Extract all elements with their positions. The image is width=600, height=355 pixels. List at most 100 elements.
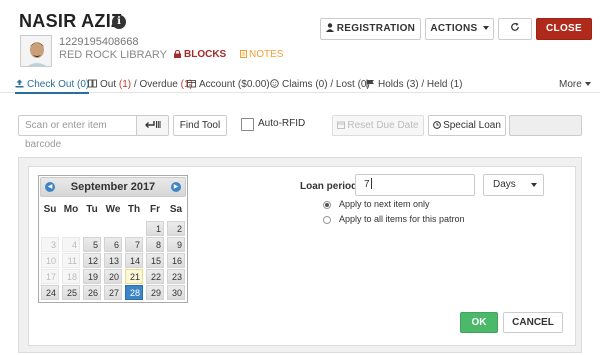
calendar-day-today[interactable]: 21 <box>125 269 143 284</box>
auto-rfid-checkbox[interactable] <box>241 118 254 131</box>
user-icon <box>325 23 334 32</box>
calendar-day[interactable]: 20 <box>104 269 122 284</box>
caret-down-icon <box>584 82 591 86</box>
weekday-header: Su <box>43 204 57 215</box>
smile-icon <box>270 79 279 88</box>
lock-icon <box>174 50 181 58</box>
blocks-link[interactable]: BLOCKS <box>174 49 226 60</box>
calendar-day[interactable]: 5 <box>83 237 101 252</box>
calendar-day[interactable]: 2 <box>167 221 185 236</box>
calendar-day[interactable]: 23 <box>167 269 185 284</box>
tab-label: More <box>559 79 582 90</box>
tab-out-overdue[interactable]: Out (1) / Overdue (1) <box>88 79 193 90</box>
loan-period-value: 7 <box>364 179 370 190</box>
tab-label: Check Out <box>27 79 75 90</box>
calendar-day[interactable]: 24 <box>41 285 59 300</box>
disabled-input <box>509 115 582 136</box>
prev-month-icon[interactable]: ◀ <box>45 182 55 192</box>
account-icon <box>187 80 196 88</box>
calendar-day[interactable]: 7 <box>125 237 143 252</box>
reset-due-date-label: Reset Due Date <box>347 120 419 131</box>
note-icon <box>240 50 247 58</box>
apply-all-items-radio[interactable] <box>323 216 331 224</box>
book-icon <box>88 79 97 88</box>
weekday-header: Sa <box>169 204 183 215</box>
enter-icon <box>144 121 160 128</box>
next-month-icon[interactable]: ▶ <box>171 182 181 192</box>
upload-icon <box>15 79 24 88</box>
special-loan-button[interactable]: Special Loan <box>428 115 506 136</box>
calendar-day[interactable]: 26 <box>83 285 101 300</box>
calendar-day[interactable]: 1 <box>146 221 164 236</box>
caret-down-icon <box>531 183 537 187</box>
calendar-day[interactable]: 30 <box>167 285 185 300</box>
tab-holds-held[interactable]: Holds (3) / Held (1) <box>366 79 462 90</box>
apply-all-items-label: Apply to all items for this patron <box>339 214 465 224</box>
calendar-day[interactable]: 8 <box>146 237 164 252</box>
reset-due-date-button[interactable]: Reset Due Date <box>332 115 424 136</box>
tab-check-out[interactable]: Check Out (0) <box>15 79 90 94</box>
tab-separator-label: / Overdue <box>131 79 181 90</box>
patron-name: NASIR AZIZ <box>19 11 123 31</box>
tab-label: Claims <box>282 79 313 90</box>
notes-link[interactable]: NOTES <box>240 49 283 60</box>
calendar-day[interactable]: 9 <box>167 237 185 252</box>
calendar-day[interactable]: 15 <box>146 253 164 268</box>
blocks-label: BLOCKS <box>184 49 227 60</box>
calendar-day-disabled: 18 <box>62 269 80 284</box>
calendar-day[interactable]: 16 <box>167 253 185 268</box>
auto-rfid-label: Auto-RFID <box>258 118 306 129</box>
weekday-header: Mo <box>63 204 79 215</box>
notes-label: NOTES <box>249 49 284 60</box>
clock-icon <box>433 121 441 129</box>
actions-button[interactable]: ACTIONS <box>425 18 494 40</box>
tab-label: Out <box>100 79 117 90</box>
ok-button[interactable]: OK <box>460 312 498 333</box>
text-cursor <box>370 178 372 189</box>
calendar-day[interactable]: 12 <box>83 253 101 268</box>
refresh-button[interactable] <box>498 18 532 40</box>
weekday-header: Fr <box>150 204 160 215</box>
tab-count: (0) / Lost (0) <box>315 79 370 90</box>
barcode-input[interactable]: Scan or enter item barcode <box>18 115 136 150</box>
calendar-day[interactable]: 14 <box>125 253 143 268</box>
flag-icon <box>366 79 374 88</box>
calendar-day[interactable]: 6 <box>104 237 122 252</box>
calendar-day[interactable]: 25 <box>62 285 80 300</box>
calendar-day-selected[interactable]: 28 <box>125 285 143 300</box>
tab-count: ($0.00) <box>237 79 270 90</box>
apply-next-item-radio[interactable] <box>323 201 331 209</box>
weekday-header: We <box>105 204 121 215</box>
loan-period-input[interactable]: 7 <box>355 174 475 196</box>
loan-period-label: Loan period: <box>300 181 361 192</box>
find-tool-button[interactable]: Find Tool <box>173 115 227 136</box>
actions-label: ACTIONS <box>430 23 478 34</box>
apply-next-item-label: Apply to next item only <box>339 199 430 209</box>
calendar-day-disabled: 11 <box>62 253 80 268</box>
cancel-button[interactable]: CANCEL <box>503 312 563 333</box>
tab-claims-lost[interactable]: Claims (0) / Lost (0) <box>270 79 370 90</box>
patron-library: RED ROCK LIBRARY <box>59 49 167 61</box>
calendar-day[interactable]: 29 <box>146 285 164 300</box>
patron-barcode: 1229195408668 <box>59 36 139 48</box>
registration-button[interactable]: REGISTRATION <box>320 18 421 40</box>
enter-button[interactable] <box>136 115 169 136</box>
avatar <box>20 35 52 67</box>
calendar-title: September 2017 <box>70 181 156 193</box>
calendar-day[interactable]: 22 <box>146 269 164 284</box>
loan-unit-value: Days <box>493 179 516 190</box>
loan-unit-select[interactable]: Days <box>483 174 544 196</box>
tab-account[interactable]: Account ($0.00) <box>187 79 270 90</box>
calendar-day[interactable]: 19 <box>83 269 101 284</box>
tab-more[interactable]: More <box>559 79 591 90</box>
close-button[interactable]: CLOSE <box>536 18 592 40</box>
calendar-day[interactable]: 27 <box>104 285 122 300</box>
info-icon[interactable]: i <box>112 15 126 29</box>
tab-count: (1) <box>118 79 132 90</box>
weekday-header: Tu <box>86 204 98 215</box>
refresh-icon <box>511 22 519 31</box>
weekday-header: Th <box>127 204 141 215</box>
registration-label: REGISTRATION <box>336 23 416 34</box>
calendar-icon <box>337 121 346 129</box>
calendar-day[interactable]: 13 <box>104 253 122 268</box>
